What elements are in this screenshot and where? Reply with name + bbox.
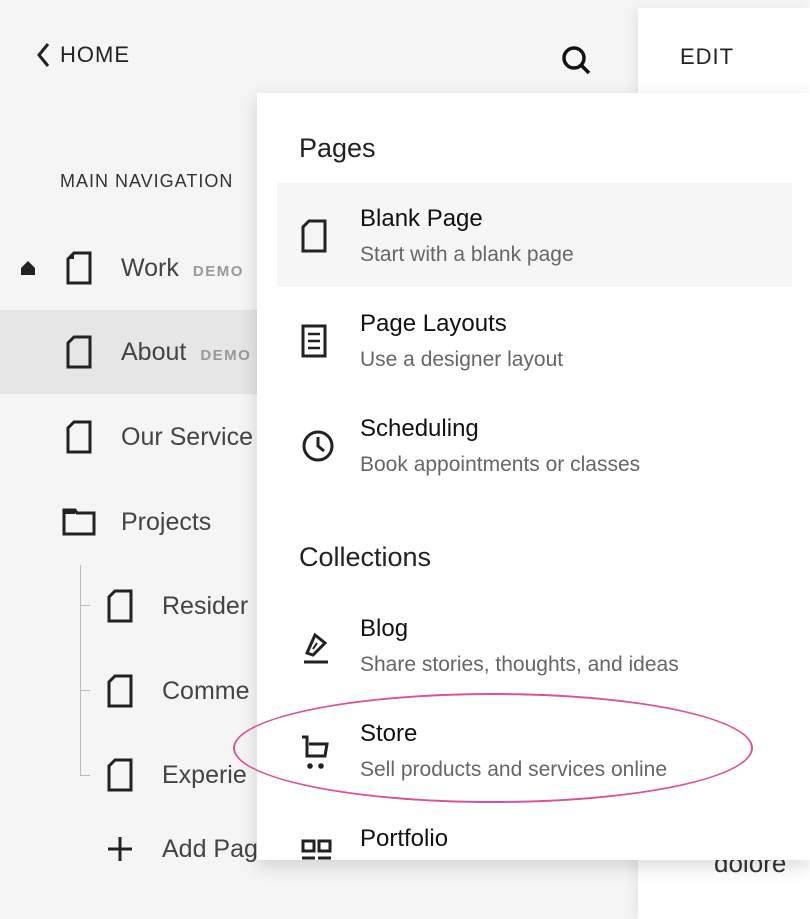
option-title: Blog (360, 615, 409, 642)
nav-item-label: Resider (162, 591, 249, 620)
option-title: Portfolio (360, 825, 449, 852)
nav-item-label: Experie (162, 760, 247, 789)
page-icon (66, 251, 92, 285)
option-description: Start with a blank page (360, 243, 574, 266)
chevron-left-icon (37, 43, 50, 67)
nav-item-label: Projects (121, 507, 212, 536)
menu-option-scheduling[interactable]: Scheduling Book appointments or classes (277, 393, 792, 497)
page-icon (107, 758, 133, 792)
pen-icon (304, 632, 328, 664)
demo-badge: DEMO (200, 346, 252, 364)
option-title: Page Layouts (360, 310, 507, 337)
option-description: Share stories, thoughts, and ideas (360, 653, 679, 676)
nav-item-label: Our Service (121, 422, 253, 451)
plus-icon (108, 837, 132, 861)
page-icon (301, 219, 327, 253)
option-title: Store (360, 720, 418, 747)
option-title: Scheduling (360, 415, 479, 442)
cart-icon (302, 735, 329, 769)
pages-heading: Pages (299, 133, 376, 163)
layout-icon (301, 324, 327, 358)
add-page-menu: Pages Blank Page Start with a blank page… (257, 93, 810, 860)
menu-option-blog[interactable]: Blog Share stories, thoughts, and ideas (277, 593, 792, 697)
nav-item-label: Comme (162, 676, 250, 705)
demo-badge: DEMO (192, 262, 244, 280)
home-icon (21, 261, 35, 275)
menu-option-portfolio[interactable]: Portfolio (277, 803, 792, 860)
collections-heading: Collections (299, 542, 432, 572)
nav-item-label: About (121, 337, 187, 366)
page-icon (66, 335, 92, 369)
search-icon[interactable] (560, 44, 592, 76)
edit-button[interactable]: EDIT (680, 44, 734, 70)
option-description: Sell products and services online (360, 758, 668, 781)
main-navigation-heading: MAIN NAVIGATION (60, 171, 234, 191)
page-icon (107, 589, 133, 623)
add-page-label: Add Pag (162, 834, 258, 863)
menu-option-blank-page[interactable]: Blank Page Start with a blank page (277, 183, 792, 287)
menu-option-page-layouts[interactable]: Page Layouts Use a designer layout (277, 288, 792, 392)
back-home-label: HOME (60, 42, 130, 67)
clock-icon (302, 430, 334, 462)
option-description: Book appointments or classes (360, 453, 641, 476)
nav-item-label: Work (121, 253, 179, 282)
menu-option-store[interactable]: Store Sell products and services online (277, 698, 792, 802)
folder-icon (62, 508, 96, 536)
option-description: Use a designer layout (360, 348, 564, 371)
back-home-button[interactable]: HOME (36, 42, 130, 68)
option-title: Blank Page (360, 205, 483, 232)
page-icon (107, 674, 133, 708)
grid-icon (301, 839, 332, 860)
page-icon (66, 420, 92, 454)
